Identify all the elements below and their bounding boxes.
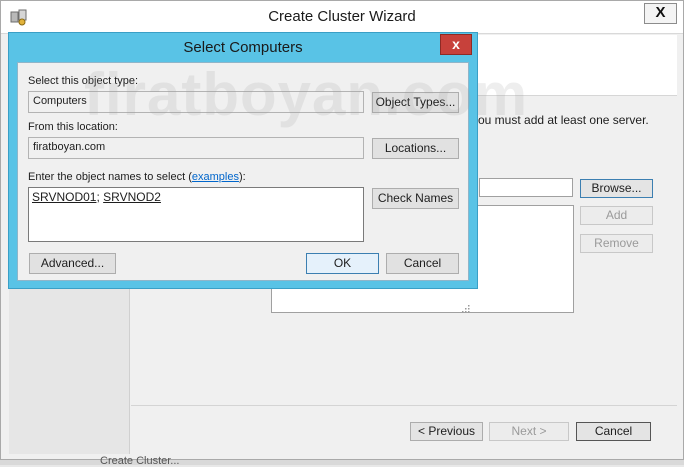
object-type-label: Select this object type: (28, 75, 139, 87)
remove-button[interactable]: Remove (580, 234, 653, 253)
advanced-button[interactable]: Advanced... (29, 253, 116, 274)
object-name-entry: SRVNOD2 (103, 190, 161, 204)
add-button[interactable]: Add (580, 206, 653, 225)
dialog-body: Select this object type: Computers Objec… (17, 62, 470, 313)
previous-button[interactable]: < Previous (410, 422, 483, 441)
wizard-close-button[interactable]: X (644, 3, 677, 24)
location-field: firatboyan.com (28, 137, 364, 159)
ok-button[interactable]: OK (306, 253, 379, 274)
taskbar-item-label[interactable]: Create Cluster... (100, 455, 179, 467)
locations-button[interactable]: Locations... (372, 138, 459, 159)
object-names-label-prefix: Enter the object names to select ( (28, 171, 192, 183)
object-types-button[interactable]: Object Types... (372, 92, 459, 113)
examples-link[interactable]: examples (192, 171, 239, 183)
object-names-label-suffix: ): (238, 171, 246, 183)
dialog-title: Select Computers (183, 39, 303, 56)
close-icon: x (452, 36, 460, 52)
object-names-input[interactable]: SRVNOD01; SRVNOD2 (28, 187, 364, 242)
wizard-footer-divider (131, 405, 677, 406)
dialog-title-bar[interactable]: Select Computers x (9, 33, 477, 61)
check-names-button[interactable]: Check Names (372, 188, 459, 209)
server-name-input[interactable] (479, 178, 573, 197)
wizard-cancel-button[interactable]: Cancel (576, 422, 651, 441)
select-computers-dialog: Select Computers x Select this object ty… (8, 32, 478, 313)
close-icon: X (655, 4, 666, 21)
dialog-close-button[interactable]: x (440, 34, 472, 55)
resize-grip-icon[interactable] (461, 304, 470, 313)
wizard-description: ou must add at least one server. (478, 113, 649, 127)
browse-button[interactable]: Browse... (580, 179, 653, 198)
object-names-label: Enter the object names to select (exampl… (28, 171, 246, 183)
wizard-title: Create Cluster Wizard (268, 8, 416, 25)
wizard-title-bar: Create Cluster Wizard X (1, 1, 683, 34)
object-name-entry: SRVNOD01 (32, 190, 97, 204)
cancel-button[interactable]: Cancel (386, 253, 459, 274)
next-button[interactable]: Next > (489, 422, 569, 441)
location-label: From this location: (28, 121, 118, 133)
object-type-field: Computers (28, 91, 364, 113)
